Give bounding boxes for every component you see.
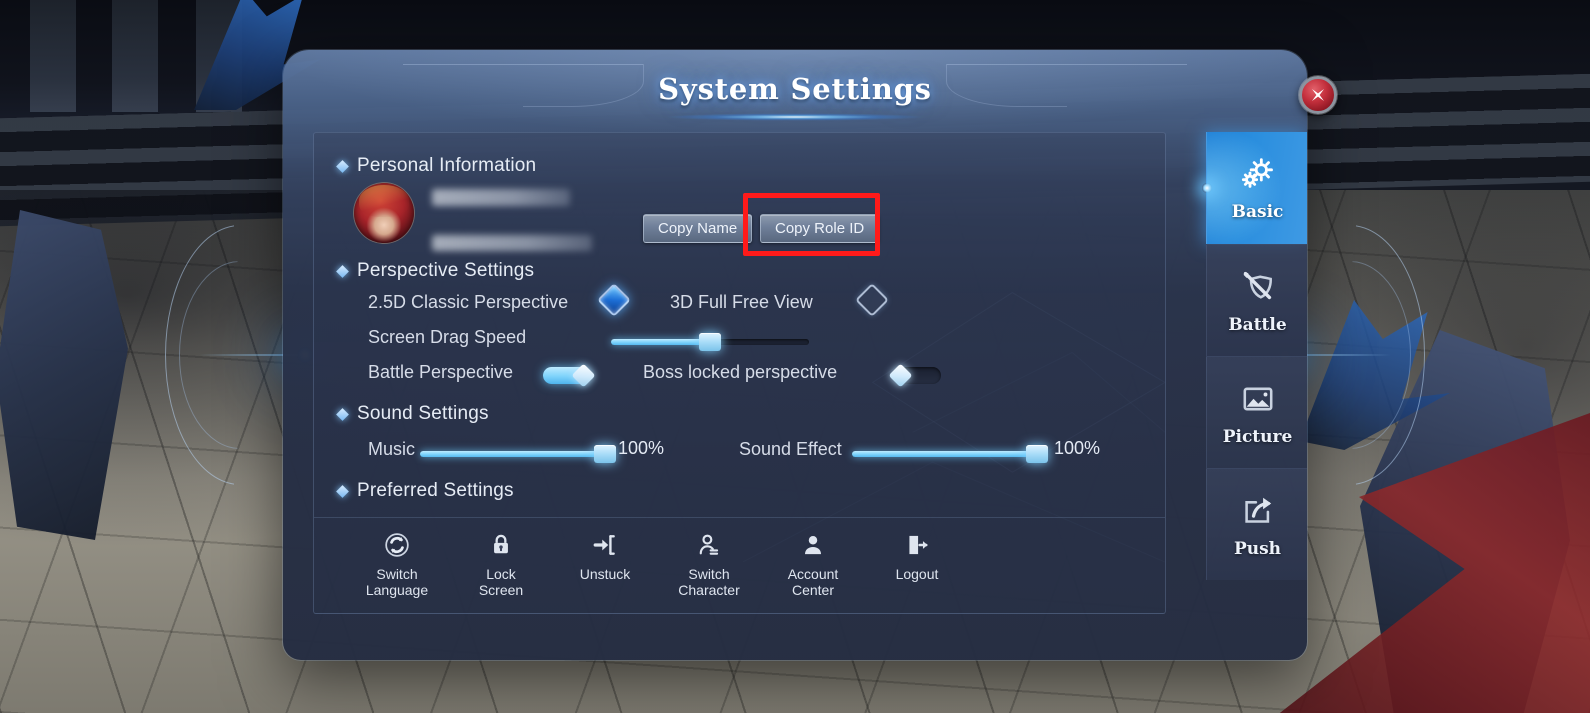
- gears-icon: [1238, 154, 1278, 194]
- switch-language-button[interactable]: Switch Language: [356, 530, 438, 598]
- unstuck-icon: [592, 530, 618, 560]
- action-label: Unstuck: [579, 566, 631, 582]
- section-personal-information: Personal Information: [336, 155, 537, 177]
- settings-tab-rail: Basic Battle Picture Push: [1202, 132, 1307, 580]
- tab-push[interactable]: Push: [1206, 468, 1307, 580]
- tab-label: Battle: [1228, 314, 1287, 335]
- diamond-bullet-icon: [336, 159, 349, 173]
- logout-button[interactable]: Logout: [876, 530, 958, 582]
- music-volume-slider[interactable]: [420, 445, 616, 463]
- diamond-bullet-icon: [336, 264, 349, 278]
- tab-battle[interactable]: Battle: [1206, 244, 1307, 356]
- account-center-icon: [800, 530, 826, 560]
- title-glow: [625, 112, 965, 122]
- lock-screen-icon: [488, 530, 514, 560]
- section-perspective-settings: Perspective Settings: [336, 260, 535, 282]
- radio-3d-full-free-view[interactable]: [855, 283, 889, 317]
- action-label: Switch Character: [678, 566, 740, 599]
- music-volume-value: 100%: [618, 438, 665, 458]
- label-music: Music: [368, 439, 416, 459]
- label-battle-perspective: Battle Perspective: [368, 362, 514, 382]
- tab-picture[interactable]: Picture: [1206, 356, 1307, 468]
- role-id-redacted: [432, 235, 592, 251]
- tab-label: Picture: [1222, 426, 1293, 447]
- section-preferred-settings: Preferred Settings: [336, 480, 514, 502]
- lock-screen-button[interactable]: Lock Screen: [460, 530, 542, 598]
- character-name-redacted: [432, 189, 570, 206]
- copy-role-id-button[interactable]: Copy Role ID: [760, 214, 880, 243]
- section-sound-settings: Sound Settings: [336, 403, 489, 425]
- option-label-2-5d-classic: 2.5D Classic Perspective: [368, 292, 569, 312]
- unstuck-button[interactable]: Unstuck: [564, 530, 646, 582]
- sound-effect-volume-value: 100%: [1054, 438, 1101, 458]
- switch-character-icon: [696, 530, 722, 560]
- tab-label: Push: [1233, 538, 1282, 559]
- logout-icon: [904, 530, 930, 560]
- diamond-bullet-icon: [336, 484, 349, 498]
- tab-basic[interactable]: Basic: [1202, 132, 1307, 244]
- section-heading-text: Personal Information: [357, 155, 537, 176]
- label-screen-drag-speed: Screen Drag Speed: [368, 327, 527, 347]
- action-label: Lock Screen: [478, 566, 524, 599]
- account-center-button[interactable]: Account Center: [772, 530, 854, 598]
- active-tab-spark: [1202, 183, 1212, 193]
- copy-name-button[interactable]: Copy Name: [643, 214, 753, 243]
- image-icon: [1240, 379, 1276, 419]
- account-action-bar: Switch Language Lock Screen Unstuck Swit…: [314, 517, 1165, 613]
- section-heading-text: Sound Settings: [357, 403, 489, 424]
- option-label-3d-full-free-view: 3D Full Free View: [670, 292, 813, 312]
- settings-panel: System Settings Personal Information Cop…: [283, 50, 1307, 660]
- toggle-battle-perspective[interactable]: [543, 363, 596, 388]
- action-label: Switch Language: [365, 566, 429, 599]
- avatar: [354, 183, 414, 243]
- pillar: [30, 0, 76, 112]
- action-label: Logout: [895, 566, 939, 582]
- share-arrow-icon: [1240, 491, 1276, 531]
- screen-drag-speed-slider[interactable]: [611, 333, 809, 351]
- section-heading-text: Preferred Settings: [357, 480, 514, 501]
- diamond-bullet-icon: [336, 407, 349, 421]
- switch-character-button[interactable]: Switch Character: [668, 530, 750, 598]
- label-boss-locked-perspective: Boss locked perspective: [643, 362, 838, 382]
- label-sound-effect: Sound Effect: [739, 439, 842, 459]
- system-settings-window: System Settings Personal Information Cop…: [165, 50, 1425, 660]
- action-label: Account Center: [787, 566, 839, 599]
- sound-effect-volume-slider[interactable]: [852, 445, 1048, 463]
- tab-label: Basic: [1231, 202, 1284, 222]
- section-heading-text: Perspective Settings: [357, 260, 535, 281]
- pillar: [112, 0, 158, 112]
- close-button[interactable]: [1299, 76, 1337, 114]
- settings-content: Personal Information Copy Name Copy Role…: [313, 132, 1166, 614]
- page-title: System Settings: [658, 72, 932, 106]
- radio-2-5d-classic-perspective[interactable]: [597, 283, 631, 317]
- sword-shield-icon: [1239, 267, 1277, 307]
- toggle-boss-locked-perspective[interactable]: [888, 363, 941, 388]
- switch-language-icon: [384, 530, 410, 560]
